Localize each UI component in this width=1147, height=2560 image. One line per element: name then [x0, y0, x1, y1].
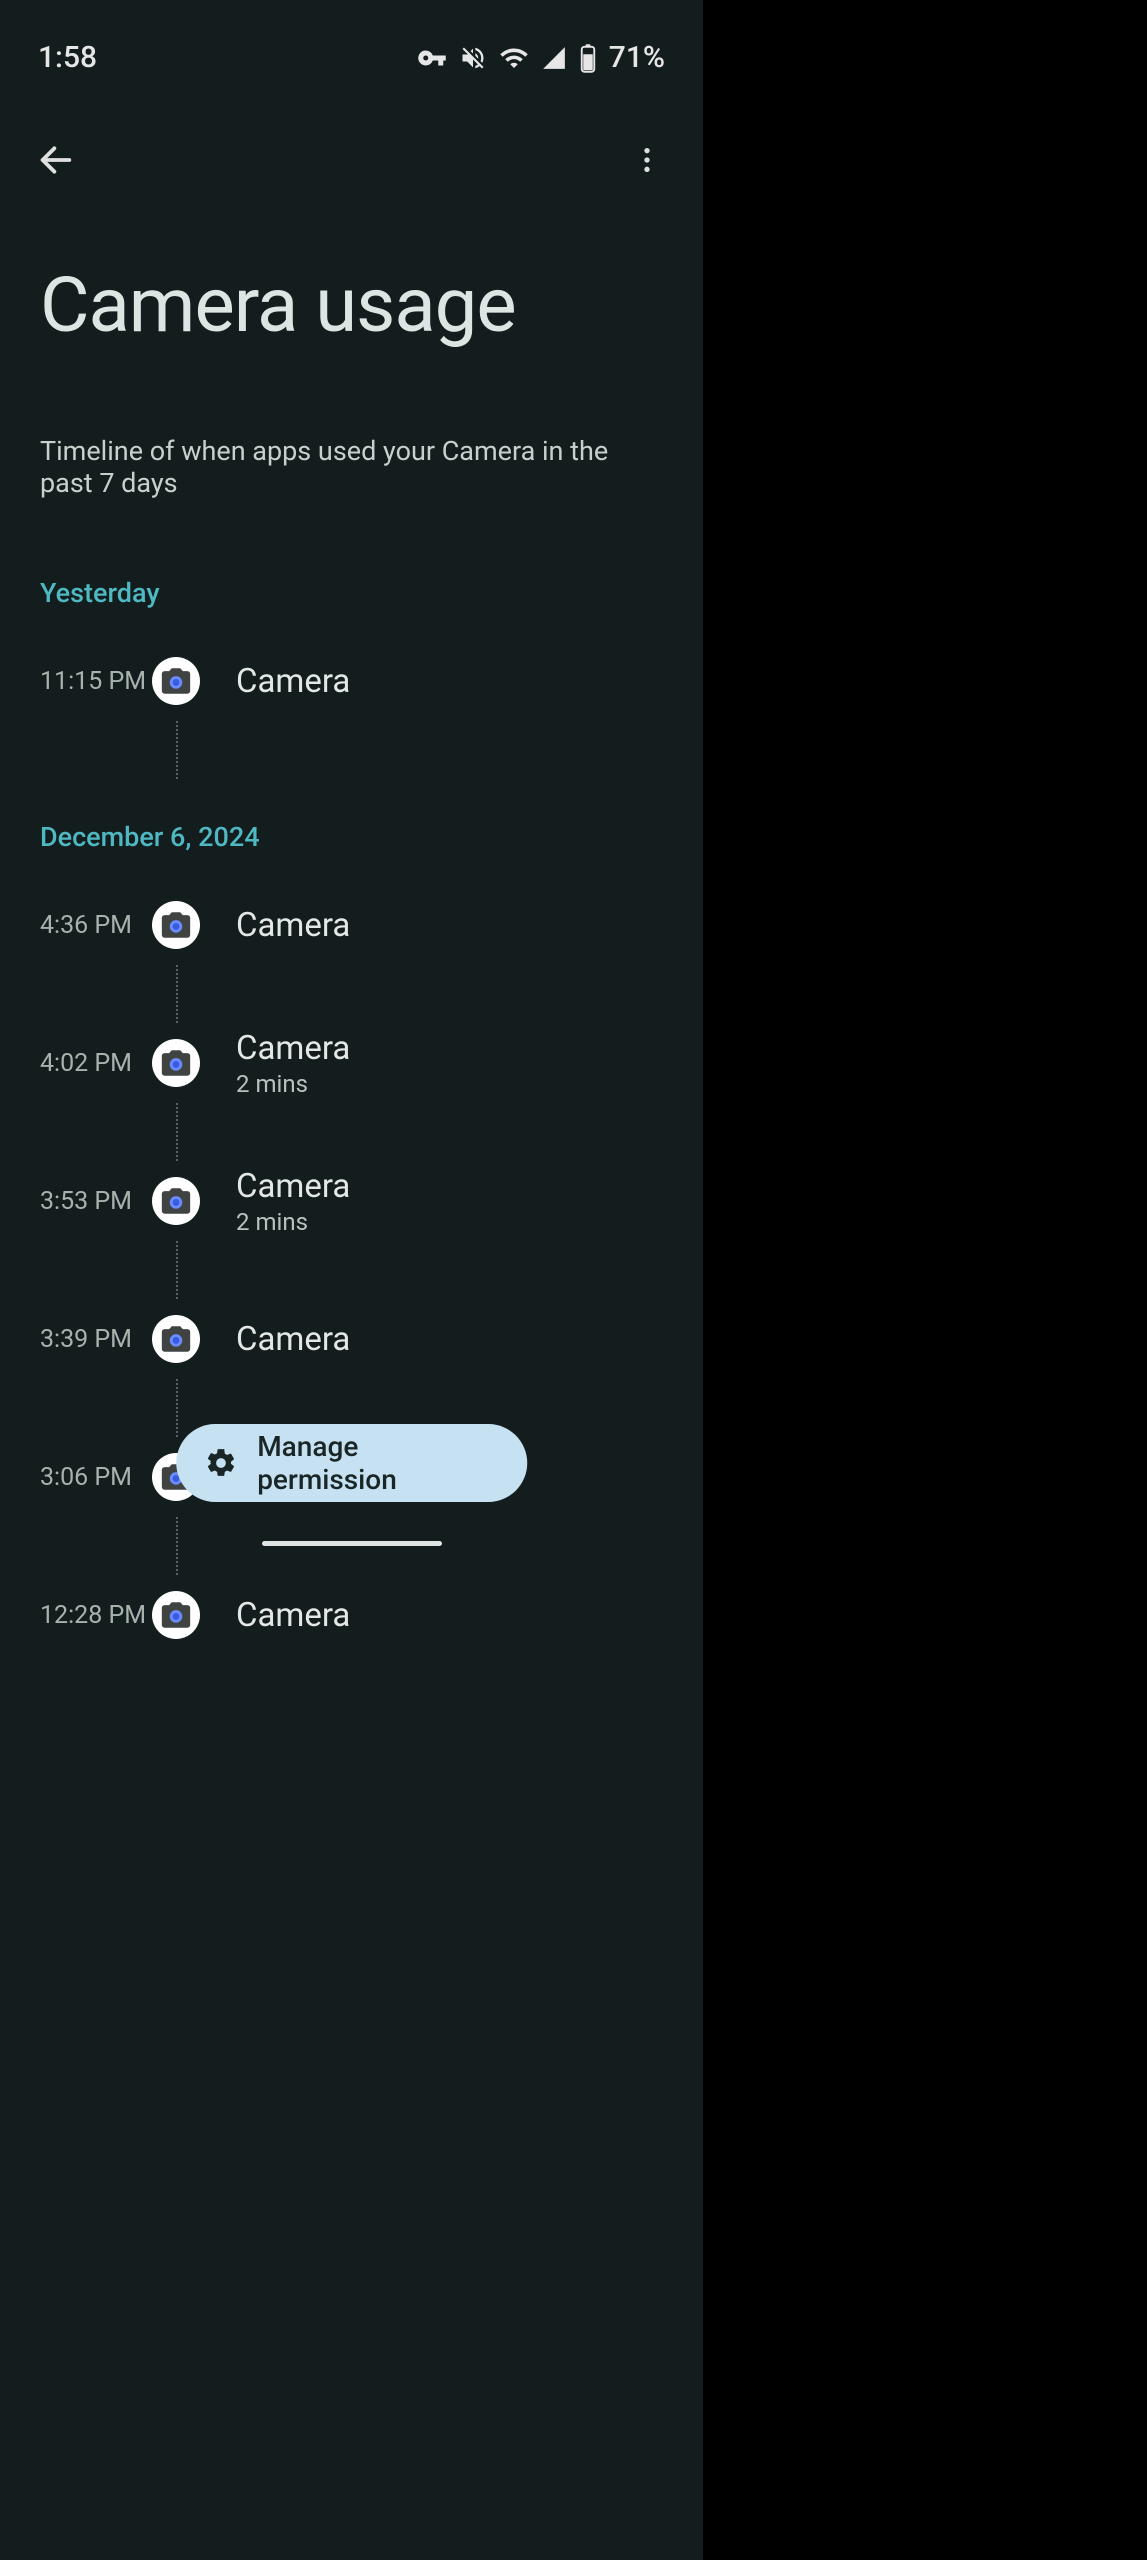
signal-icon: [541, 45, 567, 71]
timeline-connector: [176, 1517, 663, 1575]
usage-time: 3:06 PM: [40, 1463, 152, 1492]
status-right: 71%: [417, 40, 665, 75]
usage-row[interactable]: 4:02 PM Camera 2 mins: [40, 1023, 663, 1103]
app-icon-camera: [152, 1039, 200, 1087]
wifi-icon: [499, 43, 529, 73]
camera-icon: [159, 1322, 193, 1356]
usage-duration: 2 mins: [236, 1070, 350, 1098]
status-bar: 1:58 71%: [0, 0, 703, 115]
app-icon-camera: [152, 901, 200, 949]
usage-app: Camera: [236, 1320, 350, 1359]
usage-time: 3:53 PM: [40, 1187, 152, 1216]
section-header: December 6, 2024: [40, 821, 663, 853]
usage-time: 4:36 PM: [40, 911, 152, 940]
section-header: Yesterday: [40, 577, 663, 609]
manage-permission-label: Manage permission: [257, 1430, 487, 1496]
right-black-strip: [703, 0, 1147, 2560]
nav-indicator: [262, 1541, 442, 1546]
app-icon-camera: [152, 1591, 200, 1639]
more-vert-icon: [631, 144, 663, 176]
more-button[interactable]: [619, 132, 675, 188]
title-block: Camera usage Timeline of when apps used …: [40, 260, 663, 499]
app-icon-camera: [152, 1177, 200, 1225]
usage-time: 4:02 PM: [40, 1049, 152, 1078]
usage-time: 11:15 PM: [40, 667, 152, 696]
vpn-key-icon: [417, 43, 447, 73]
usage-app: Camera: [236, 1596, 350, 1635]
camera-icon: [159, 1598, 193, 1632]
page-title: Camera usage: [40, 260, 663, 350]
app-icon-camera: [152, 1315, 200, 1363]
usage-row[interactable]: 12:28 PM Camera: [40, 1575, 663, 1655]
camera-icon: [159, 1046, 193, 1080]
camera-icon: [159, 908, 193, 942]
usage-row[interactable]: 4:36 PM Camera: [40, 885, 663, 965]
timeline-connector: [176, 965, 663, 1023]
timeline: Yesterday 11:15 PM Camera December 6, 20…: [0, 535, 703, 1560]
timeline-connector: [176, 1241, 663, 1299]
app-icon-camera: [152, 657, 200, 705]
timeline-connector: [176, 721, 663, 779]
back-button[interactable]: [28, 132, 84, 188]
mute-icon: [459, 44, 487, 72]
app-bar: [0, 130, 703, 190]
timeline-connector: [176, 1103, 663, 1161]
usage-app: Camera: [236, 1167, 350, 1206]
usage-app: Camera: [236, 906, 350, 945]
usage-row[interactable]: 11:15 PM Camera: [40, 641, 663, 721]
usage-time: 12:28 PM: [40, 1601, 152, 1630]
usage-app: Camera: [236, 662, 350, 701]
usage-row[interactable]: 3:39 PM Camera: [40, 1299, 663, 1379]
usage-app: Camera: [236, 1029, 350, 1068]
usage-duration: 2 mins: [236, 1208, 350, 1236]
status-time: 1:58: [38, 40, 97, 75]
usage-row[interactable]: 3:53 PM Camera 2 mins: [40, 1161, 663, 1241]
battery-icon: [579, 43, 597, 73]
usage-time: 3:39 PM: [40, 1325, 152, 1354]
camera-icon: [159, 1184, 193, 1218]
camera-icon: [159, 664, 193, 698]
manage-permission-button[interactable]: Manage permission: [176, 1424, 528, 1502]
battery-percent: 71%: [609, 40, 665, 75]
gear-icon: [204, 1445, 237, 1481]
page-subtitle: Timeline of when apps used your Camera i…: [40, 435, 663, 499]
back-arrow-icon: [36, 140, 76, 180]
